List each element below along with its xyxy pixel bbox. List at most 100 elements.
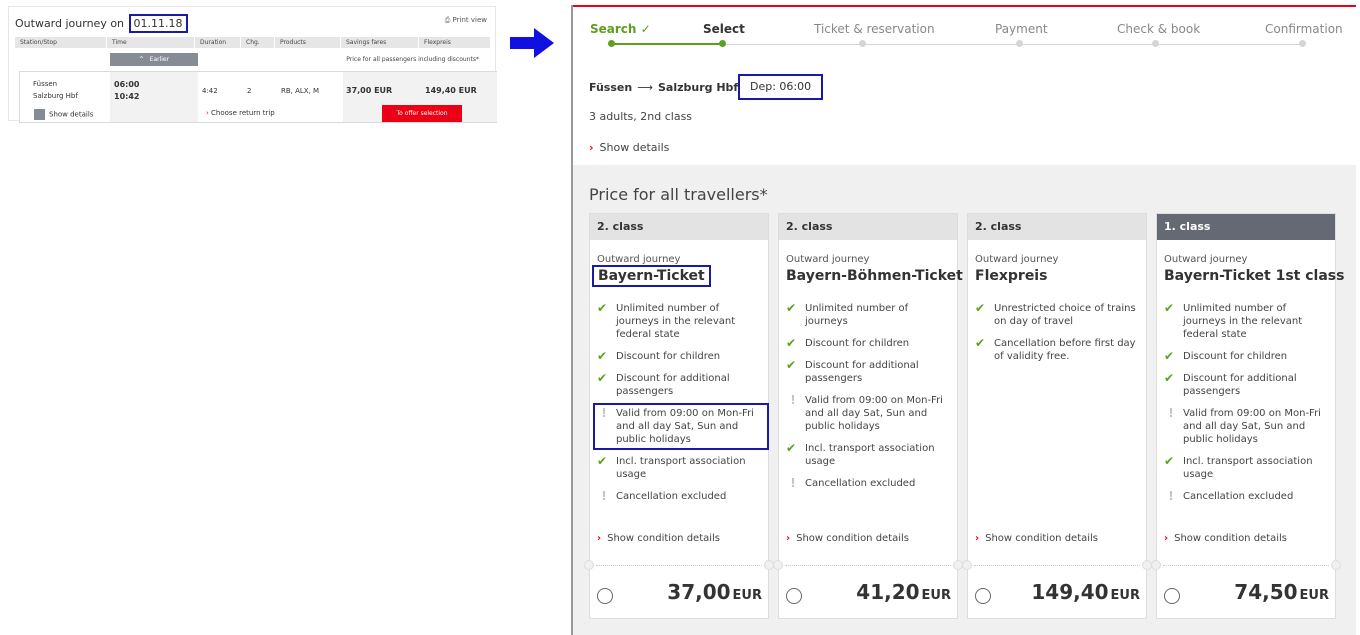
row-flex-price[interactable]: 149,40 EUR — [425, 86, 477, 95]
fare-card[interactable]: 2. class Outward journey Bayern-Böhmen-T… — [773, 213, 963, 619]
col-savings-fares[interactable]: Savings fares — [341, 37, 419, 48]
choose-return-trip-link[interactable]: › Choose return trip — [206, 109, 275, 117]
arrow-right-icon: ⟶ — [637, 81, 653, 94]
fare-price: 41,20 EUR — [856, 580, 951, 604]
fare-feature: ✔ Incl. transport association usage — [1164, 454, 1313, 481]
step-check-book: Check & book — [1117, 22, 1201, 36]
connection-list-screenshot: Outward journey on 01.11.18 ⎙ Print view… — [8, 6, 497, 123]
fare-name: Bayern-Ticket — [592, 265, 711, 287]
fare-feature: ✔ Discount for children — [597, 349, 721, 363]
fare-subtitle: Outward journey — [975, 254, 1059, 265]
step-payment: Payment — [995, 22, 1048, 36]
exclamation-icon: ! — [601, 406, 607, 420]
passenger-summary: 3 adults, 2nd class — [589, 110, 693, 123]
chevron-right-icon: › — [1164, 533, 1169, 544]
arrow-right-icon — [510, 28, 554, 58]
fare-feature: ✔ Unlimited number of journeys in the rel… — [1164, 301, 1303, 341]
step-confirmation: Confirmation — [1265, 22, 1343, 36]
fare-feature: ✔ Unrestricted choice of trains on day of… — [975, 301, 1136, 328]
show-condition-details-link[interactable]: › Show condition details — [1164, 533, 1287, 544]
col-time[interactable]: Time — [107, 37, 195, 48]
journey-route: Füssen ⟶ Salzburg Hbf — [589, 81, 738, 94]
fare-feature: ✔ Incl. transport association usage — [597, 454, 746, 481]
results-table-header: Station/Stop Time Duration Chg. Products… — [15, 37, 491, 48]
row-arr-time: 10:42 — [114, 92, 140, 101]
chevron-up-icon: ^ — [138, 56, 150, 63]
fare-name: Flexpreis — [975, 268, 1048, 284]
fare-feature: ! Cancellation excluded — [786, 477, 954, 490]
fare-card[interactable]: 2. class Outward journey Bayern-Ticket ✔… — [584, 213, 774, 619]
row-savings-price[interactable]: 37,00 EUR — [346, 86, 392, 95]
fare-radio[interactable] — [597, 588, 613, 604]
fare-subtitle: Outward journey — [786, 254, 870, 265]
price-section-title: Price for all travellers* — [589, 185, 768, 204]
fare-name: Bayern-Ticket 1st class — [1164, 268, 1345, 284]
earlier-button[interactable]: ^ Earlier — [110, 53, 198, 66]
checkmark-icon: ✔ — [975, 336, 986, 350]
row-show-details[interactable]: Show details — [34, 109, 93, 120]
fare-feature: ✔ Discount for additional passengers — [597, 371, 730, 398]
exclamation-icon: ! — [1168, 489, 1174, 503]
chevron-right-icon: › — [786, 533, 791, 544]
fare-price: 74,50 EUR — [1234, 580, 1329, 604]
show-details-link[interactable]: › Show details — [589, 141, 669, 154]
row-dep-time: 06:00 — [114, 80, 140, 89]
fare-radio[interactable] — [1164, 588, 1180, 604]
fare-price: 37,00 EUR — [667, 580, 762, 604]
connection-row[interactable]: Füssen Salzburg Hbf 06:00 10:42 4:42 2 R… — [19, 71, 497, 123]
fare-feature: ! Valid from 09:00 on Mon-Fri and all day… — [786, 394, 954, 433]
checkmark-icon: ✔ — [786, 301, 797, 315]
print-view-link[interactable]: ⎙ Print view — [445, 16, 487, 25]
row-products: RB, ALX, M — [281, 87, 320, 95]
col-station: Station/Stop — [15, 37, 107, 48]
chevron-right-icon: › — [597, 533, 602, 544]
row-duration: 4:42 — [202, 87, 218, 95]
departure-time-highlight: Dep: 06:00 — [738, 74, 823, 100]
checkmark-icon: ✔ — [786, 441, 797, 455]
fare-name: Bayern-Böhmen-Ticket — [786, 268, 963, 284]
chevron-right-icon: › — [975, 533, 980, 544]
checkmark-icon: ✔ — [597, 454, 608, 468]
row-changes: 2 — [247, 87, 252, 95]
col-duration[interactable]: Duration — [195, 37, 241, 48]
exclamation-icon: ! — [601, 489, 607, 503]
row-to: Salzburg Hbf — [33, 92, 78, 100]
exclamation-icon: ! — [790, 476, 796, 490]
fare-feature: ✔ Discount for children — [786, 336, 910, 350]
fare-feature-list: ✔ Unlimited number of journeys in the rel… — [593, 301, 769, 512]
fare-card[interactable]: 2. class Outward journey Flexpreis ✔ Unre… — [962, 213, 1152, 619]
fare-subtitle: Outward journey — [1164, 254, 1248, 265]
col-products: Products — [275, 37, 341, 48]
fare-card[interactable]: 1. class Outward journey Bayern-Ticket 1… — [1151, 213, 1344, 619]
exclamation-icon: ! — [1168, 406, 1174, 420]
show-condition-details-link[interactable]: › Show condition details — [975, 533, 1098, 544]
checkmark-icon: ✔ — [786, 336, 797, 350]
exclamation-icon: ! — [790, 393, 796, 407]
col-changes[interactable]: Chg. — [241, 37, 275, 48]
step-search[interactable]: Search ✓ — [590, 22, 651, 36]
fare-feature: ✔ Unlimited number of journeys — [786, 301, 909, 328]
fare-feature: ! Valid from 09:00 on Mon-Fri and all day… — [1164, 407, 1332, 446]
fare-feature: ! Cancellation excluded — [1164, 490, 1332, 503]
outward-journey-title: Outward journey on 01.11.18 — [15, 14, 188, 33]
to-offer-selection-button[interactable]: To offer selection — [382, 105, 462, 122]
checkmark-icon: ✔ — [975, 301, 986, 315]
offer-selection-panel: Search ✓ Select Ticket & reservation Pay… — [571, 5, 1356, 635]
col-flexpreis[interactable]: Flexpreis — [419, 37, 491, 48]
fare-feature: ✔ Discount for additional passengers — [1164, 371, 1297, 398]
checkmark-icon: ✔ — [786, 358, 797, 372]
fare-class-header: 2. class — [779, 214, 957, 240]
step-ticket-reservation: Ticket & reservation — [814, 22, 935, 36]
checkmark-icon: ✔ — [597, 301, 608, 315]
price-note: Price for all passengers including disco… — [346, 56, 479, 63]
checkmark-icon: ✔ — [1164, 371, 1175, 385]
fare-radio[interactable] — [975, 588, 991, 604]
checkmark-icon: ✔ — [1164, 349, 1175, 363]
route-from: Füssen — [589, 81, 633, 94]
row-from: Füssen — [33, 80, 58, 88]
show-condition-details-link[interactable]: › Show condition details — [597, 533, 720, 544]
show-condition-details-link[interactable]: › Show condition details — [786, 533, 909, 544]
step-select: Select — [703, 22, 745, 36]
fare-price: 149,40 EUR — [1031, 580, 1140, 604]
fare-radio[interactable] — [786, 588, 802, 604]
